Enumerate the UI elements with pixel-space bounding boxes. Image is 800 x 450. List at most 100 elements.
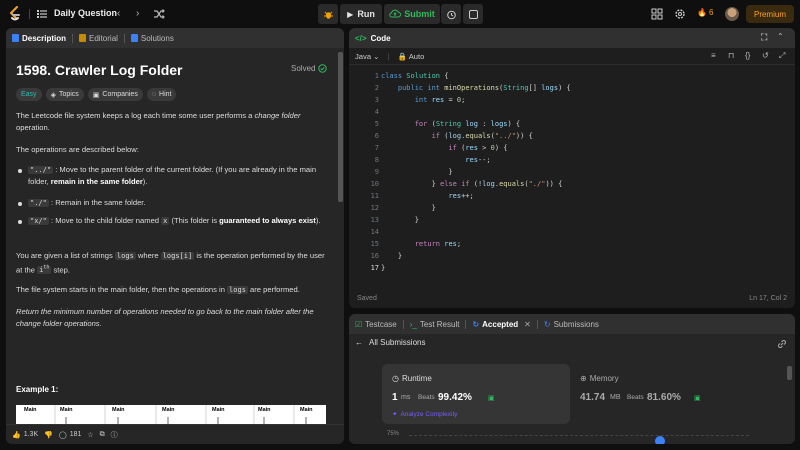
result-scrollbar[interactable] — [787, 366, 792, 380]
note-icon — [468, 9, 478, 19]
divider — [402, 319, 404, 329]
description-body: 1598. Crawler Log Folder Solved Easy ◈ T… — [6, 48, 338, 424]
inline-code: "./" — [28, 199, 49, 207]
all-submissions-link[interactable]: ← All Submissions — [355, 338, 425, 347]
tab-label: Accepted — [482, 319, 519, 329]
run-submit-group: ▶ Run Submit — [318, 4, 440, 24]
line-number: 2 — [374, 84, 379, 92]
run-button[interactable]: ▶ Run — [340, 4, 382, 24]
companies-tag[interactable]: ▣ Companies — [87, 88, 143, 101]
settings-icon[interactable]: ⤢ — [779, 51, 789, 61]
comments-button[interactable]: ◯ 181 — [59, 431, 82, 439]
analyze-complexity-link[interactable]: ✦ Analyze Complexity — [392, 410, 458, 419]
tab-editorial[interactable]: Editorial — [79, 34, 118, 43]
line-number: 11 — [370, 192, 379, 200]
chip-icon: ⊕ — [580, 374, 587, 383]
line-number: 7 — [374, 144, 379, 152]
text-bold: guaranteed to always exist — [219, 216, 316, 225]
tab-description[interactable]: Description — [12, 34, 66, 43]
diagram-label: Main — [258, 407, 271, 413]
language-select[interactable]: Java ⌄ — [355, 52, 380, 61]
runtime-label: Runtime — [401, 374, 432, 383]
help-button[interactable]: ⓘ — [111, 430, 118, 440]
tab-testcase[interactable]: ☑ Testcase — [355, 320, 397, 329]
bookmark-icon[interactable]: ⊓ — [728, 51, 738, 61]
code-brackets-icon: </> — [355, 33, 367, 43]
share-button[interactable]: ⧉ — [100, 431, 105, 439]
alarm-button[interactable] — [441, 4, 461, 24]
layout-grid-icon[interactable] — [651, 8, 663, 20]
gear-icon[interactable] — [674, 8, 686, 20]
notes-button[interactable] — [463, 4, 483, 24]
text: : Move to the child folder named — [48, 216, 162, 225]
text: ). — [142, 177, 148, 186]
text: are performed. — [247, 285, 300, 294]
close-icon[interactable]: ✕ — [524, 320, 531, 329]
beats-label: Beats — [627, 394, 644, 401]
line-number: 10 — [370, 180, 379, 188]
tab-submissions[interactable]: ↻ Submissions — [544, 320, 599, 329]
debug-button[interactable] — [318, 4, 338, 24]
braces-icon[interactable]: {} — [745, 51, 755, 61]
code-panel: </> Code ⛶ ⌃ Java ⌄ | 🔒 Auto ≡ ⊓ {} ↺ ⤢ … — [349, 28, 795, 308]
text-bold: remain in the same folder — [50, 177, 143, 186]
dislike-button[interactable]: 👎 — [44, 431, 53, 439]
inline-code: "x/" — [28, 217, 49, 225]
code-title: Code — [370, 33, 391, 43]
submit-button[interactable]: Submit — [384, 4, 440, 24]
history-icon: ↻ — [543, 319, 551, 329]
problem-list-icon[interactable] — [37, 9, 47, 19]
tab-accepted[interactable]: ↻ Accepted ✕ — [472, 320, 530, 329]
difficulty-tag[interactable]: Easy — [16, 88, 42, 101]
prev-problem-icon[interactable]: ‹ — [117, 8, 120, 19]
link-icon[interactable] — [777, 339, 787, 349]
maximize-icon[interactable]: ⛶ — [761, 32, 771, 42]
top-bar: Daily Question ‹ › ▶ Run Submit 🔥 6 Prem… — [0, 0, 800, 28]
description-scrollbar[interactable] — [338, 52, 343, 202]
check-circle-icon — [318, 64, 328, 73]
distribution-marker — [655, 436, 665, 444]
like-button[interactable]: 👍 1.3K — [12, 431, 38, 439]
description-footer: 👍 1.3K 👎 ◯ 181 ☆ ⧉ ⓘ — [6, 424, 344, 444]
problem-title: 1598. Crawler Log Folder — [16, 62, 183, 78]
auto-toggle[interactable]: 🔒 Auto — [398, 52, 425, 61]
thumbs-down-icon: 👎 — [44, 431, 53, 439]
star-icon: ☆ — [87, 431, 94, 439]
memory-card[interactable]: ⊕ Memory 41.74 MB Beats 81.60% ▣ — [570, 364, 758, 424]
all-submissions-label: All Submissions — [369, 338, 426, 347]
line-number: 13 — [370, 216, 379, 224]
reset-icon[interactable]: ↺ — [762, 51, 772, 61]
shuffle-icon[interactable] — [153, 8, 165, 20]
divider — [123, 33, 125, 43]
line-number: 16 — [370, 252, 379, 260]
code-header: </> Code ⛶ ⌃ — [349, 28, 795, 48]
code-editor[interactable]: 1 2 3 4 5 6 7 8 9 10 11 12 13 14 15 16 1… — [349, 68, 795, 286]
bug-icon — [323, 11, 333, 19]
description-list-item: "./" : Remain in the same folder. — [28, 197, 328, 209]
runtime-beats: 99.42% — [438, 392, 472, 403]
beats-label: Beats — [418, 394, 435, 401]
tab-test-result[interactable]: ›_ Test Result — [410, 320, 460, 329]
diagram-label: Main — [162, 407, 175, 413]
document-icon — [12, 34, 19, 42]
avatar[interactable] — [725, 7, 739, 21]
premium-button[interactable]: Premium — [746, 5, 794, 23]
format-icon[interactable]: ≡ — [711, 51, 721, 61]
solved-status: Solved — [291, 64, 328, 73]
line-number: 12 — [370, 204, 379, 212]
collapse-icon[interactable]: ⌃ — [777, 32, 787, 42]
description-paragraph: The Leetcode file system keeps a log eac… — [16, 110, 328, 134]
favorite-button[interactable]: ☆ — [87, 431, 93, 439]
divider — [465, 319, 467, 329]
runtime-card[interactable]: ◷ Runtime 1 ms Beats 99.42% ▣ ✦ Analyze … — [382, 364, 570, 424]
next-problem-icon[interactable]: › — [136, 8, 139, 19]
hint-tag[interactable]: ◌ Hint — [146, 88, 177, 101]
topics-tag[interactable]: ◈ Topics — [45, 88, 84, 101]
code-line: } else if (!log.equals("./")) { — [381, 180, 563, 188]
streak-counter[interactable]: 🔥 6 — [697, 8, 713, 17]
leetcode-logo-icon[interactable] — [8, 6, 22, 22]
description-tabs: Description Editorial Solutions — [6, 28, 344, 48]
tab-solutions[interactable]: Solutions — [130, 34, 174, 43]
daily-question-title[interactable]: Daily Question — [54, 8, 117, 18]
flame-icon: 🔥 — [697, 8, 707, 17]
